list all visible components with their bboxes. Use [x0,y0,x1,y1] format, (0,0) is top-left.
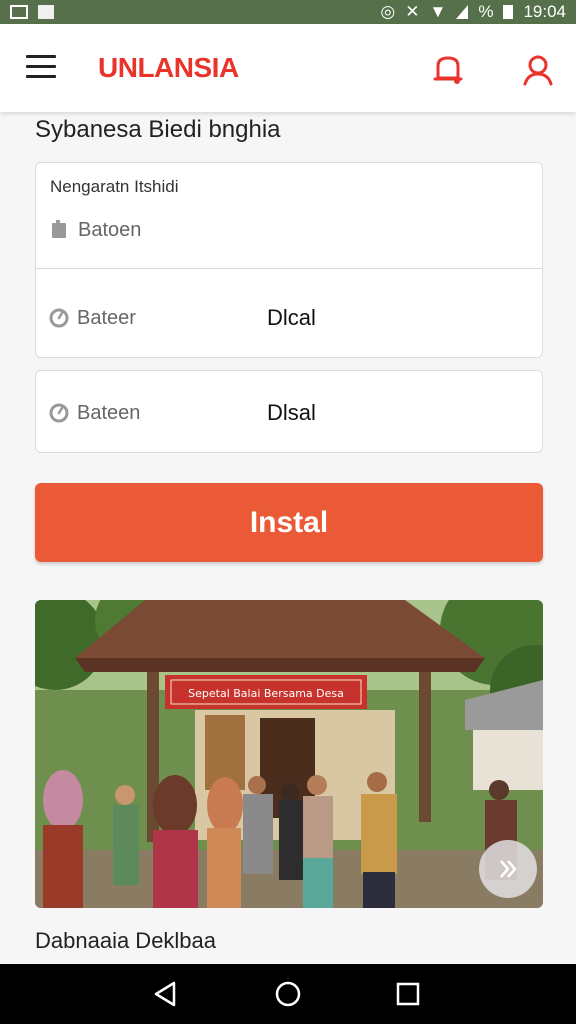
menu-icon[interactable] [26,55,56,79]
page-title: Sybanesa Biedi bnghia [35,116,281,143]
notification-bell-icon[interactable] [430,52,466,88]
status-bar: ◎ ✕ ▼ % 19:04 [0,0,576,24]
system-nav-bar [0,964,576,1024]
form-field-group[interactable]: Nengaratn Itshidi Batoen [35,162,543,269]
no-signal-icon: ✕ [405,2,420,21]
row-value[interactable]: Dlsal [267,400,316,426]
image-icon [10,5,28,19]
row-value[interactable]: Dlcal [267,305,316,331]
field-placeholder[interactable]: Batoen [78,219,141,242]
recents-icon[interactable] [392,978,424,1010]
wifi-icon: ▼ [429,2,447,21]
form-row[interactable]: Bateen Dlsal [35,370,543,453]
back-icon[interactable] [150,978,182,1010]
home-icon[interactable] [272,978,304,1010]
chevron-right-icon [500,860,517,878]
battery-percent: % [478,2,494,21]
clock-icon [49,403,69,423]
form-row[interactable]: Bateer Dlcal [35,268,543,358]
banner-text: Sepetal Balai Bersama Desa [188,687,344,700]
signal-icon [456,5,469,19]
install-button[interactable]: Instal [35,483,543,562]
battery-icon [503,5,514,19]
clock-icon [49,308,69,328]
vibrate-icon: ◎ [380,2,396,21]
next-slide-button[interactable] [479,840,537,898]
alarm-icon [38,5,54,19]
row-label: Bateen [77,402,141,424]
row-label: Bateer [77,307,136,329]
document-icon [50,219,70,239]
app-header: UNLANSIA [0,24,576,112]
field-label: Nengaratn Itshidi [50,177,179,196]
user-icon[interactable] [520,52,556,88]
village-hall-photo[interactable]: Sepetal Balai Bersama Desa [35,600,543,908]
app-logo: UNLANSIA [96,50,241,86]
clock-time: 19:04 [523,2,566,21]
section-caption: Dabnaaia Deklbaa [35,928,217,953]
logo-text: UNLANSIA [98,52,239,83]
